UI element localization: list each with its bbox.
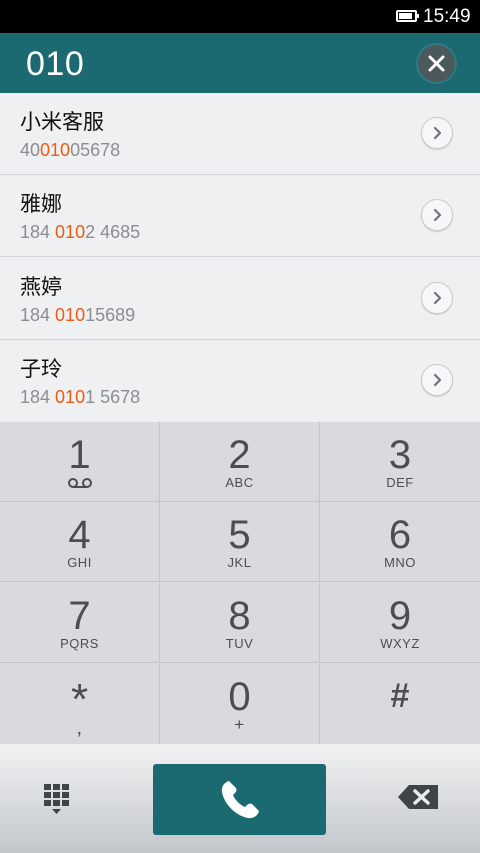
status-time: 15:49 (423, 6, 471, 27)
call-button[interactable] (153, 764, 326, 835)
voicemail-icon (67, 478, 92, 488)
number-match: 010 (40, 140, 71, 160)
key-0[interactable]: 0 + (160, 664, 320, 744)
number-suffix: 1 5678 (85, 387, 141, 407)
key-letters: PQRS (60, 636, 99, 651)
contact-row[interactable]: 雅娜 184 0102 4685 (0, 175, 480, 257)
number-prefix: 184 (20, 387, 56, 407)
dialer-actions (0, 744, 480, 853)
key-digit: 0 (228, 675, 251, 719)
key-digit: 5 (228, 513, 251, 557)
key-4[interactable]: 4 GHI (0, 502, 160, 582)
key-hash[interactable]: # (320, 664, 480, 744)
number-match: 010 (55, 305, 86, 325)
key-6[interactable]: 6 MNO (320, 502, 480, 582)
contact-detail-button[interactable] (421, 282, 453, 314)
number-suffix: 15689 (85, 305, 136, 325)
contact-number: 184 01015689 (20, 305, 135, 325)
key-digit: 1 (68, 433, 91, 477)
key-digit: 8 (228, 594, 251, 638)
contact-number: 184 0102 4685 (20, 222, 140, 242)
number-match: 010 (55, 222, 86, 242)
key-digit: 3 (388, 433, 412, 477)
number-prefix: 184 (20, 222, 56, 242)
key-star[interactable]: * , (0, 664, 160, 744)
key-digit: 7 (68, 594, 91, 638)
contact-name: 燕婷 (20, 276, 62, 299)
dial-pad: 1 2 ABC 3 DEF 4 GHI 5 JKL 6 MNO 7 PQRS 8… (0, 422, 480, 744)
contact-row[interactable]: 子玲 184 0101 5678 (0, 340, 480, 422)
number-prefix: 184 (20, 305, 56, 325)
key-letters: ABC (225, 475, 254, 490)
dialed-number: 010 (26, 45, 85, 83)
key-9[interactable]: 9 WXYZ (320, 583, 480, 663)
contact-detail-button[interactable] (421, 364, 453, 396)
chevron-right-icon (433, 291, 442, 305)
key-letters: , (76, 717, 83, 739)
key-3[interactable]: 3 DEF (320, 422, 480, 502)
clear-button[interactable] (418, 45, 455, 82)
key-1[interactable]: 1 (0, 422, 160, 502)
key-letters: MNO (384, 555, 416, 570)
key-letters: DEF (386, 475, 414, 490)
backspace-button[interactable] (395, 782, 445, 812)
key-5[interactable]: 5 JKL (160, 502, 320, 582)
key-letters: WXYZ (380, 636, 420, 651)
key-digit: 6 (388, 513, 412, 557)
number-suffix: 2 4685 (85, 222, 141, 242)
chevron-right-icon (433, 373, 442, 387)
contact-name: 小米客服 (20, 111, 104, 134)
backspace-icon (398, 785, 438, 809)
key-2[interactable]: 2 ABC (160, 422, 320, 502)
contact-detail-button[interactable] (421, 199, 453, 231)
number-suffix: 05678 (70, 140, 121, 160)
contact-results: 小米客服 4001005678 雅娜 184 0102 4685 燕婷 184 … (0, 93, 480, 422)
status-bar: 15:49 (0, 0, 480, 33)
contact-number: 4001005678 (20, 140, 120, 160)
number-match: 010 (55, 387, 86, 407)
key-letters: JKL (227, 555, 252, 570)
key-8[interactable]: 8 TUV (160, 583, 320, 663)
key-letters: + (234, 715, 245, 734)
close-icon (428, 55, 445, 72)
key-digit: * (70, 675, 89, 724)
key-7[interactable]: 7 PQRS (0, 583, 160, 663)
contact-detail-button[interactable] (421, 117, 453, 149)
contact-name: 雅娜 (20, 193, 62, 216)
key-digit: # (390, 677, 410, 715)
key-letters: GHI (67, 555, 92, 570)
phone-icon (221, 781, 259, 819)
dial-header: 010 (0, 33, 480, 93)
contact-row[interactable]: 小米客服 4001005678 (0, 93, 480, 175)
contact-name: 子玲 (20, 358, 62, 381)
keypad-grid-icon (44, 784, 69, 814)
key-digit: 2 (228, 433, 251, 477)
key-letters: TUV (225, 636, 254, 651)
key-digit: 9 (388, 594, 412, 638)
chevron-right-icon (433, 126, 442, 140)
chevron-right-icon (433, 208, 442, 222)
number-prefix: 40 (20, 140, 41, 160)
contact-number: 184 0101 5678 (20, 387, 140, 407)
key-digit: 4 (68, 513, 91, 557)
battery-icon (396, 10, 419, 22)
contact-row[interactable]: 燕婷 184 01015689 (0, 258, 480, 340)
keypad-toggle-button[interactable] (34, 774, 84, 824)
